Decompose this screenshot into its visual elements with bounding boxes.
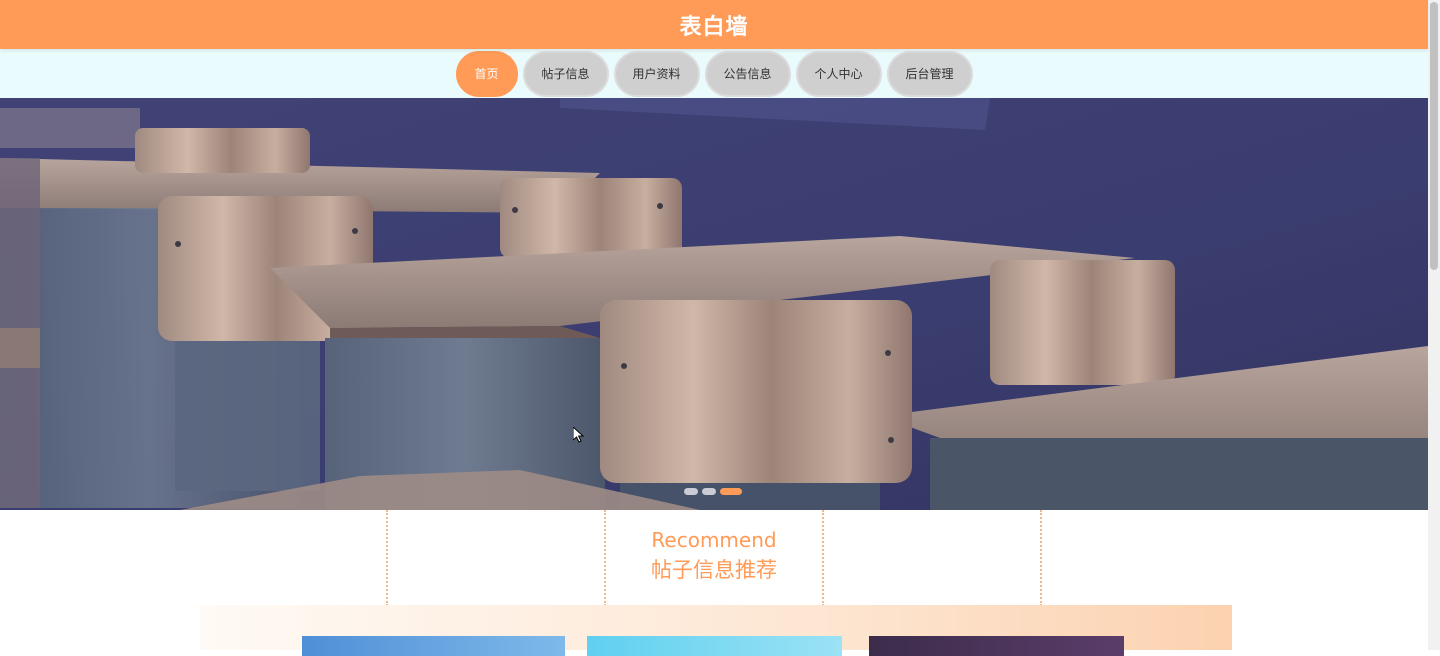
post-card-image[interactable] xyxy=(587,636,842,656)
nav-item-home[interactable]: 首页 xyxy=(455,50,518,97)
recommend-list-panel xyxy=(200,605,1232,656)
banner-carousel[interactable] xyxy=(0,98,1428,510)
recommend-title-cn: 帖子信息推荐 xyxy=(651,558,777,582)
site-title: 表白墙 xyxy=(679,14,749,40)
page-scrollbar[interactable] xyxy=(1428,0,1440,650)
nav-item-personal-center[interactable]: 个人中心 xyxy=(795,50,882,97)
divider-line xyxy=(1040,510,1042,606)
recommend-title-en: Recommend xyxy=(651,528,777,552)
post-card-image[interactable] xyxy=(302,636,565,656)
nav-item-posts[interactable]: 帖子信息 xyxy=(522,50,609,97)
carousel-dot-1[interactable] xyxy=(684,488,698,495)
carousel-indicators xyxy=(684,488,742,495)
carousel-dot-3[interactable] xyxy=(720,488,742,495)
recommend-section: Recommend 帖子信息推荐 xyxy=(0,510,1428,656)
classroom-banner-image xyxy=(0,98,1428,510)
carousel-dot-2[interactable] xyxy=(702,488,716,495)
main-nav: 首页 帖子信息 用户资料 公告信息 个人中心 后台管理 xyxy=(0,49,1428,98)
site-header: 表白墙 xyxy=(0,0,1428,49)
nav-item-user-profile[interactable]: 用户资料 xyxy=(613,50,700,97)
post-card-image[interactable] xyxy=(869,636,1124,656)
divider-line xyxy=(386,510,388,606)
nav-item-announcements[interactable]: 公告信息 xyxy=(704,50,791,97)
divider-line xyxy=(822,510,824,606)
recommend-heading: Recommend 帖子信息推荐 xyxy=(606,528,822,584)
scrollbar-thumb[interactable] xyxy=(1430,2,1438,270)
nav-item-admin[interactable]: 后台管理 xyxy=(886,50,973,97)
mouse-cursor-icon xyxy=(573,427,585,443)
